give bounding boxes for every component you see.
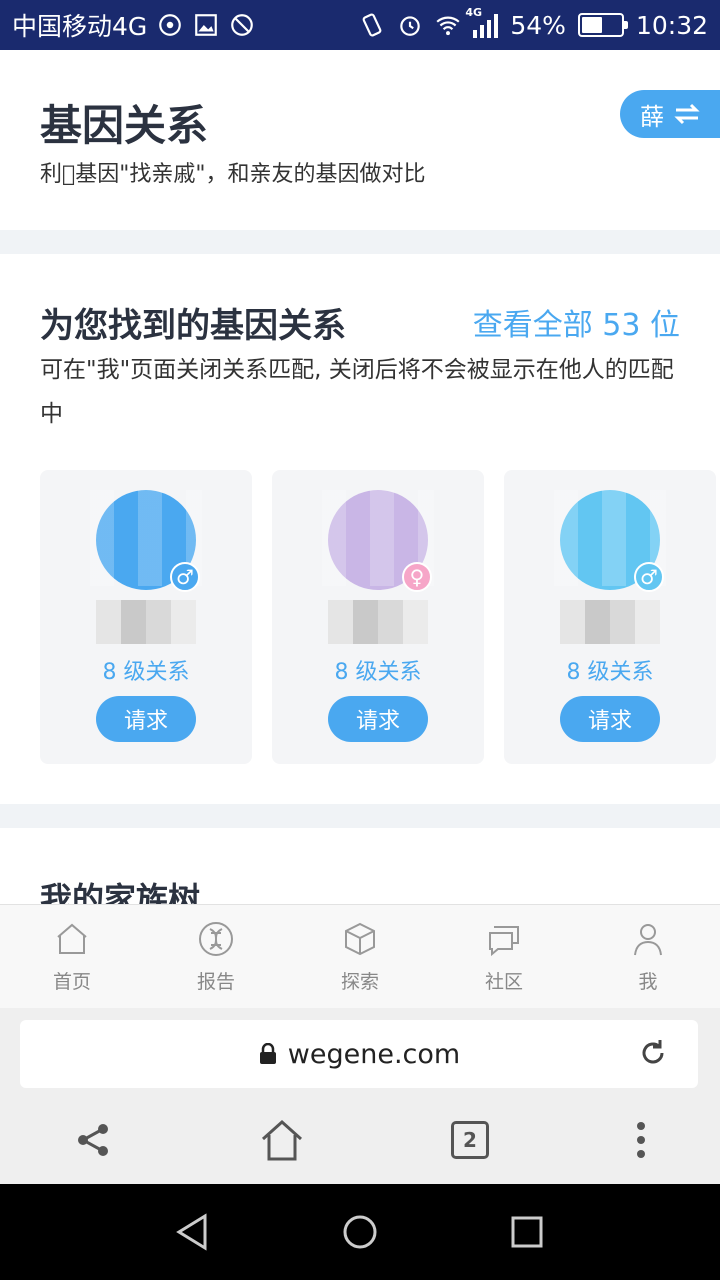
nav-home[interactable]: 首页 [0,905,144,1008]
recents-icon[interactable] [507,1212,547,1252]
image-icon [195,14,218,36]
nav-home-label: 首页 [52,971,91,993]
more-menu-icon[interactable] [635,1120,647,1160]
network-badge: 4G [465,6,483,19]
family-tree-title: 我的家族树 [40,880,201,908]
nav-explore-label: 探索 [340,971,379,993]
nav-me[interactable]: 我 [576,905,720,1008]
nav-community-label: 社区 [484,971,523,993]
tabs-button[interactable]: 2 [451,1121,489,1159]
reload-icon[interactable] [636,1036,670,1070]
bottom-nav: 首页 报告 探索 社区 我 [0,904,720,1008]
nav-community[interactable]: 社区 [432,905,576,1008]
relations-section: 为您找到的基因关系 查看全部 53 位 可在"我"页面关闭关系匹配, 关闭后将不… [0,254,720,804]
page-header: 基因关系 利 基因"找亲戚"，和亲友的基因做对比 薛 [0,50,720,230]
male-icon: ♂ [634,562,664,592]
nav-report-label: 报告 [196,971,235,993]
url-bar[interactable]: wegene.com [20,1020,698,1088]
clock: 10:32 [635,10,708,40]
battery-icon [577,13,628,37]
nav-me-label: 我 [638,971,658,993]
request-button[interactable]: 请求 [96,696,196,742]
alarm-icon [400,16,421,36]
request-button[interactable]: 请求 [328,696,428,742]
relation-card[interactable]: ♂ 8 级关系 请求 [40,470,252,764]
lock-icon [259,1043,276,1064]
relation-card[interactable]: ♂ 8 级关系 请求 [504,470,716,764]
chat-icon [489,926,519,957]
battery-percent: 54% [510,10,566,40]
view-all-link[interactable]: 查看全部 53 位 [473,300,680,344]
relations-title: 为您找到的基因关系 [40,306,346,346]
url-text: wegene.com [287,1038,461,1070]
swap-icon [674,103,700,125]
relation-level: 8 级关系 [102,660,190,685]
home-nav-icon[interactable] [340,1212,380,1252]
back-icon[interactable] [173,1212,213,1252]
vibrate-icon [362,13,382,37]
male-icon: ♂ [170,562,200,592]
browser-toolbar: 2 [0,1104,720,1176]
relations-description: 可在"我"页面关闭关系匹配, 关闭后将不会被显示在他人的匹配中 [40,357,674,427]
switch-profile-button[interactable]: 薛 [620,90,720,138]
female-icon: ♀ [402,562,432,592]
cube-icon [345,922,375,956]
page-subtitle: 利 基因"找亲戚"，和亲友的基因做对比 [40,162,426,187]
nav-explore[interactable]: 探索 [288,905,432,1008]
wifi-icon [436,16,460,36]
carrier-label: 中国移动4G [12,12,148,41]
relation-level: 8 级关系 [566,660,654,685]
browser-chrome: wegene.com 2 [0,1008,720,1184]
request-button[interactable]: 请求 [560,696,660,742]
home-icon[interactable] [259,1117,305,1163]
blurred-name [328,600,428,644]
page-title: 基因关系 [40,101,209,150]
blurred-name [560,600,660,644]
battery-fill [581,17,603,33]
no-sim-icon [231,14,254,36]
relation-level: 8 级关系 [334,660,422,685]
home-icon [57,923,87,954]
system-nav-bar [0,1184,720,1280]
family-tree-section: 我的家族树 [0,828,720,908]
dna-icon [199,922,233,956]
switch-profile-label: 薛 [640,102,664,131]
share-icon[interactable] [73,1120,113,1160]
blurred-name [96,600,196,644]
user-icon [634,924,662,956]
relation-card[interactable]: ♀ 8 级关系 请求 [272,470,484,764]
nav-report[interactable]: 报告 [144,905,288,1008]
signal-icon: 4G [465,6,499,38]
status-bar: 中国移动4G 4G 54% 10:32 [0,0,720,50]
hotspot-icon [159,14,182,36]
